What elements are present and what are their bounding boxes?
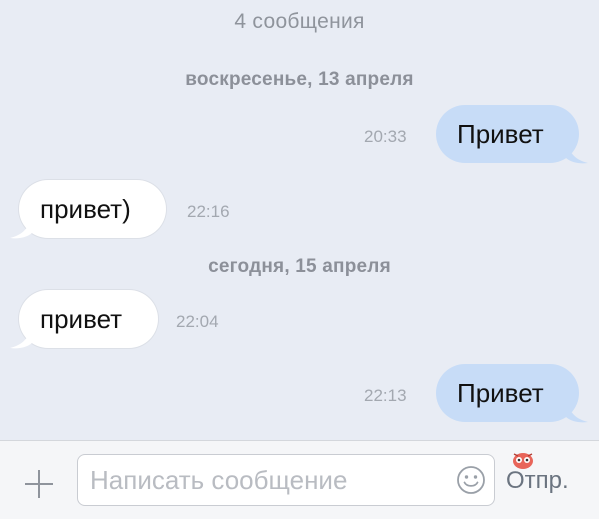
message-text: привет bbox=[40, 304, 123, 334]
message-bubble-incoming[interactable]: привет) bbox=[10, 180, 166, 239]
bubble-tail-icon bbox=[10, 327, 32, 349]
message-count: 4 сообщения bbox=[234, 10, 365, 33]
message-bubble-incoming[interactable]: привет bbox=[10, 290, 158, 349]
message-text: Привет bbox=[457, 119, 544, 149]
send-button[interactable]: Отпр. bbox=[506, 467, 569, 495]
bubble-tail-icon bbox=[566, 142, 588, 164]
bubble-tail-icon bbox=[566, 401, 588, 423]
plus-icon[interactable] bbox=[23, 468, 55, 500]
message-time: 22:13 bbox=[364, 386, 407, 405]
message-text: привет) bbox=[40, 194, 131, 224]
message-history[interactable]: 4 сообщения воскресенье, 13 апреля 20:33… bbox=[0, 0, 599, 440]
message-time: 22:16 bbox=[187, 202, 230, 221]
message-text: Привет bbox=[457, 378, 544, 408]
message-time: 22:04 bbox=[176, 312, 219, 331]
message-time: 20:33 bbox=[364, 127, 407, 146]
date-separator: сегодня, 15 апреля bbox=[208, 256, 391, 277]
smiley-icon[interactable] bbox=[456, 465, 486, 495]
message-input-box[interactable] bbox=[77, 454, 495, 506]
bubble-tail-icon bbox=[10, 217, 32, 239]
message-composer: Отпр. bbox=[0, 440, 599, 519]
message-bubble-outgoing[interactable]: Привет bbox=[436, 105, 588, 164]
date-separator: воскресенье, 13 апреля bbox=[185, 69, 414, 90]
message-bubble-outgoing[interactable]: Привет bbox=[436, 364, 588, 423]
message-input[interactable] bbox=[90, 455, 450, 505]
